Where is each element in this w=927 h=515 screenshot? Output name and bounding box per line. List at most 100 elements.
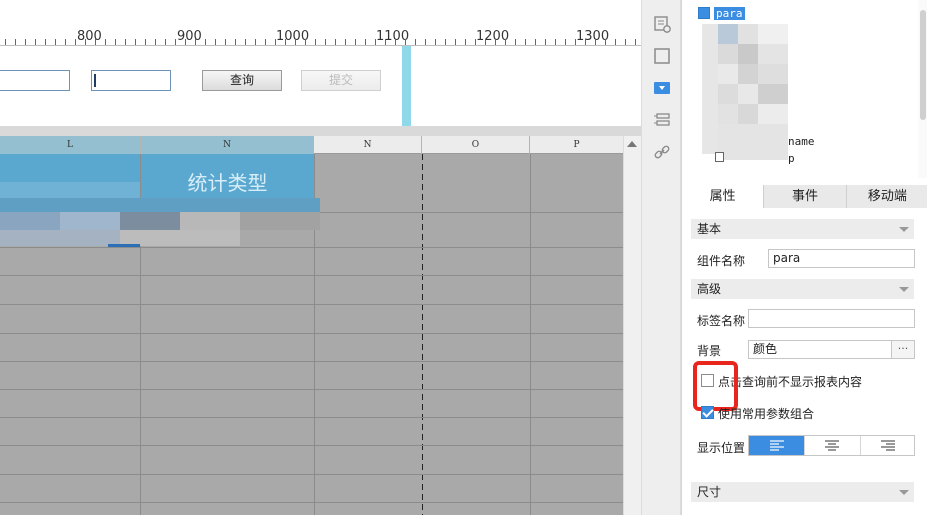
background-more-button[interactable]: ··· [891, 340, 915, 359]
ruler-tick [485, 39, 486, 45]
horizontal-ruler: 800 900 1000 1100 1200 1300 [0, 28, 641, 46]
frame-icon[interactable] [652, 46, 672, 66]
background-select[interactable]: 颜色 [748, 340, 892, 359]
ruler-tick [315, 39, 316, 45]
report-grid[interactable]: L N N O P 统计类型 [0, 136, 623, 515]
tree-item-name[interactable]: name [788, 135, 815, 148]
query-button[interactable]: 查询 [202, 70, 282, 91]
ruler-tick [525, 39, 526, 45]
ruler-tick [425, 39, 426, 45]
submit-button[interactable]: 提交 [301, 70, 381, 91]
ruler-tick [165, 39, 166, 45]
column-header-n2[interactable]: N [314, 136, 422, 154]
ruler-tick [235, 39, 236, 45]
tree-item-p[interactable]: p [788, 152, 795, 165]
blurred-content [718, 44, 738, 64]
link-icon[interactable] [652, 142, 672, 162]
ruler-tick [135, 39, 136, 45]
blurred-content [718, 124, 788, 160]
ruler-tick [5, 39, 6, 45]
ruler-tick [565, 39, 566, 45]
column-header-o[interactable]: O [422, 136, 530, 154]
section-size[interactable]: 尺寸 [691, 482, 914, 502]
grid-line [0, 333, 623, 334]
param-input-2[interactable] [91, 70, 171, 91]
ruler-tick [25, 39, 26, 45]
vertical-scrollbar[interactable] [623, 136, 641, 515]
ruler-tick [65, 39, 66, 45]
section-size-title: 尺寸 [697, 485, 722, 499]
parameter-panel[interactable]: 查询 提交 [0, 46, 641, 126]
widget-name-input[interactable]: para [768, 249, 915, 268]
blurred-content [738, 64, 758, 84]
section-basic-title: 基本 [697, 222, 722, 236]
param-input-1[interactable] [0, 70, 70, 91]
widget-tree[interactable]: para name p [682, 0, 927, 178]
ruler-tick [385, 39, 386, 45]
use-common-params-label[interactable]: 使用常用参数组合 [718, 405, 814, 422]
panel-tabs: 属性 事件 移动端 [682, 185, 927, 208]
blurred-content [758, 64, 788, 84]
scroll-up-icon[interactable] [627, 141, 637, 147]
ruler-tick [45, 39, 46, 45]
ruler-tick [285, 39, 286, 45]
ruler-tick [145, 39, 146, 45]
ruler-tick [55, 39, 56, 45]
ruler-tick [415, 39, 416, 45]
grid-line [0, 304, 623, 305]
ruler-tick [265, 39, 266, 45]
ruler-tick [155, 39, 156, 45]
tree-scrollbar[interactable] [918, 0, 927, 178]
dropdown-widget-icon[interactable] [652, 78, 672, 98]
ruler-tick [575, 39, 576, 45]
ruler-tick [325, 39, 326, 45]
blurred-content [738, 24, 758, 44]
align-button-group [748, 435, 915, 456]
tab-mobile[interactable]: 移动端 [846, 185, 927, 208]
column-header-bar: L N N O P [0, 136, 623, 154]
ruler-tick [545, 39, 546, 45]
widget-settings-icon[interactable] [652, 14, 672, 34]
blurred-content [758, 84, 788, 104]
ruler-tick [625, 39, 626, 45]
widget-name-label: 组件名称 [697, 254, 746, 268]
ruler-tick [585, 39, 586, 45]
ruler-tick [635, 39, 636, 45]
grid-line [530, 154, 531, 515]
column-header-n[interactable]: N [141, 136, 314, 154]
section-advanced[interactable]: 高级 [691, 279, 914, 299]
ruler-tick [275, 39, 276, 45]
column-header-l[interactable]: L [0, 136, 141, 154]
ruler-tick [35, 39, 36, 45]
ruler-tick [95, 39, 96, 45]
use-common-params-checkbox[interactable] [701, 406, 714, 419]
ruler-tick [245, 39, 246, 45]
blurred-content [240, 212, 320, 230]
hide-before-query-label[interactable]: 点击查询前不显示报表内容 [718, 373, 862, 390]
ruler-tick [515, 39, 516, 45]
blurred-content [718, 104, 738, 124]
align-right-button[interactable] [861, 436, 916, 455]
column-header-p[interactable]: P [530, 136, 623, 154]
tree-item-para[interactable]: para [714, 7, 745, 20]
grid-line [0, 389, 623, 390]
ruler-tick [255, 39, 256, 45]
tag-name-input[interactable] [748, 309, 915, 328]
properties-panel: para name p 属性 事件 移动端 基本 组件名称 para 高级 标签… [681, 0, 927, 515]
tree-node-icon [715, 152, 724, 162]
align-left-button[interactable] [749, 436, 805, 455]
ruler-tick [215, 39, 216, 45]
blurred-content [108, 244, 140, 247]
align-center-button[interactable] [805, 436, 861, 455]
resize-handle[interactable] [402, 46, 411, 126]
blurred-content [0, 212, 60, 230]
grid-line [0, 474, 623, 475]
report-canvas[interactable]: 800 900 1000 1100 1200 1300 查询 提交 L N N … [0, 0, 641, 515]
tab-events[interactable]: 事件 [764, 185, 847, 208]
ruler-tick [505, 39, 506, 45]
tab-properties[interactable]: 属性 [682, 185, 765, 208]
ruler-tick [115, 39, 116, 45]
blurred-content [718, 84, 738, 104]
layer-icon[interactable] [652, 110, 672, 130]
section-basic[interactable]: 基本 [691, 219, 914, 239]
